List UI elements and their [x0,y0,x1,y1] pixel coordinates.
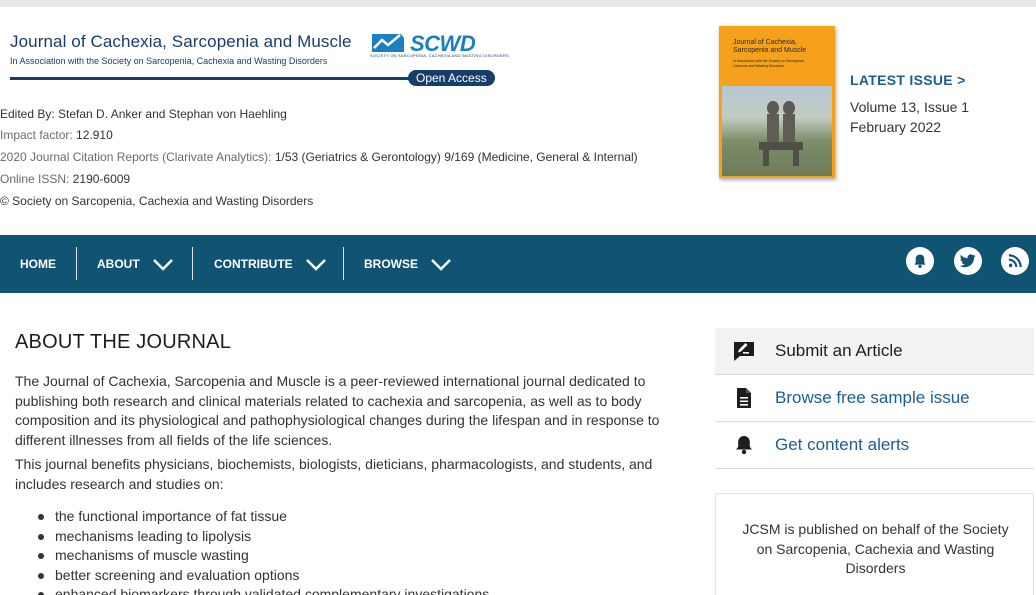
journal-cover[interactable]: Journal of Cachexia, Sarcopenia and Musc… [719,26,835,178]
page-heading: ABOUT THE JOURNAL [15,331,232,353]
copyright: © Society on Sarcopenia, Cachexia and Wa… [0,194,314,208]
jcr-label: 2020 Journal Citation Reports (Clarivate… [0,150,272,164]
statue-icon [759,101,803,166]
rss-button[interactable] [1001,247,1029,275]
nav-about[interactable]: ABOUT [97,235,174,293]
online-issn: Online ISSN: 2190-6009 [0,172,130,186]
chevron-down-icon [431,259,451,271]
submit-article-label: Submit an Article [775,341,903,360]
cover-banner [719,26,835,84]
topics-list: the functional importance of fat tissue … [15,507,695,595]
journal-title[interactable]: Journal of Cachexia, Sarcopenia and Musc… [10,32,352,52]
bell-icon [914,254,926,268]
main-nav: HOME ABOUT CONTRIBUTE BROWSE [0,235,1036,293]
sample-issue-label: Browse free sample issue [775,388,970,407]
nav-browse-label: BROWSE [364,257,418,271]
open-access-badge: Open Access [408,70,495,86]
latest-issue-volume: Volume 13, Issue 1 [850,99,970,115]
nav-contribute-label: CONTRIBUTE [214,257,293,271]
content-alerts-link[interactable]: Get content alerts [715,422,1034,469]
latest-issue-link[interactable]: LATEST ISSUE > [850,72,966,88]
chevron-down-icon [152,259,173,271]
alerts-button[interactable] [906,247,934,275]
latest-issue-date: February 2022 [850,119,942,135]
society-note-box: JCSM is published on behalf of the Socie… [715,493,1034,595]
list-item: better screening and evaluation options [15,566,695,586]
top-strip [0,0,1036,7]
nav-contribute[interactable]: CONTRIBUTE [214,235,327,293]
about-paragraph: The Journal of Cachexia, Sarcopenia and … [15,373,660,448]
impact-factor: Impact factor: 12.910 [0,128,113,142]
list-item: mechanisms leading to lipolysis [15,527,695,547]
edit-icon [734,342,754,361]
partner-tagline: SOCIETY ON SARCOPENIA, CACHEXIA AND WAST… [370,53,509,58]
cover-title: Journal of Cachexia, Sarcopenia and Musc… [733,39,807,54]
rss-icon [1008,254,1022,268]
issn-label: Online ISSN: [0,172,70,186]
nav-browse[interactable]: BROWSE [364,235,452,293]
issn-value: 2190-6009 [72,172,131,186]
nav-divider [192,247,193,280]
nav-about-label: ABOUT [97,257,140,271]
editors: Edited By: Stefan D. Anker and Stephan v… [0,107,287,121]
nav-divider [76,247,77,280]
cover-subtitle: In Association with the Society on Sarco… [733,59,805,68]
twitter-icon [960,254,976,268]
list-item: mechanisms of muscle wasting [15,546,695,566]
nav-home[interactable]: HOME [20,235,56,293]
audience-paragraph: This journal benefits physicians, bioche… [15,456,653,492]
list-item: the functional importance of fat tissue [15,507,695,527]
chevron-down-icon [305,259,326,271]
nav-home-label: HOME [20,257,56,271]
nav-divider [343,247,344,280]
impact-label: Impact factor: [0,128,73,142]
society-note: JCSM is published on behalf of the Socie… [742,521,1009,576]
content-alerts-label: Get content alerts [775,435,910,454]
bell-icon [736,436,752,455]
list-item: enhanced biomarkers through validated co… [15,585,695,595]
impact-value: 12.910 [76,128,113,142]
journal-subtitle: In Association with the Society on Sarco… [10,56,328,66]
twitter-button[interactable] [954,247,982,275]
sample-issue-link[interactable]: Browse free sample issue [715,375,1034,422]
document-icon [737,388,751,408]
cover-photo [722,86,832,176]
jcr-value: 1/53 (Geriatrics & Gerontology) 9/169 (M… [274,150,638,164]
jcr-ranking: 2020 Journal Citation Reports (Clarivate… [0,150,638,164]
submit-article-link[interactable]: Submit an Article [715,328,1034,375]
